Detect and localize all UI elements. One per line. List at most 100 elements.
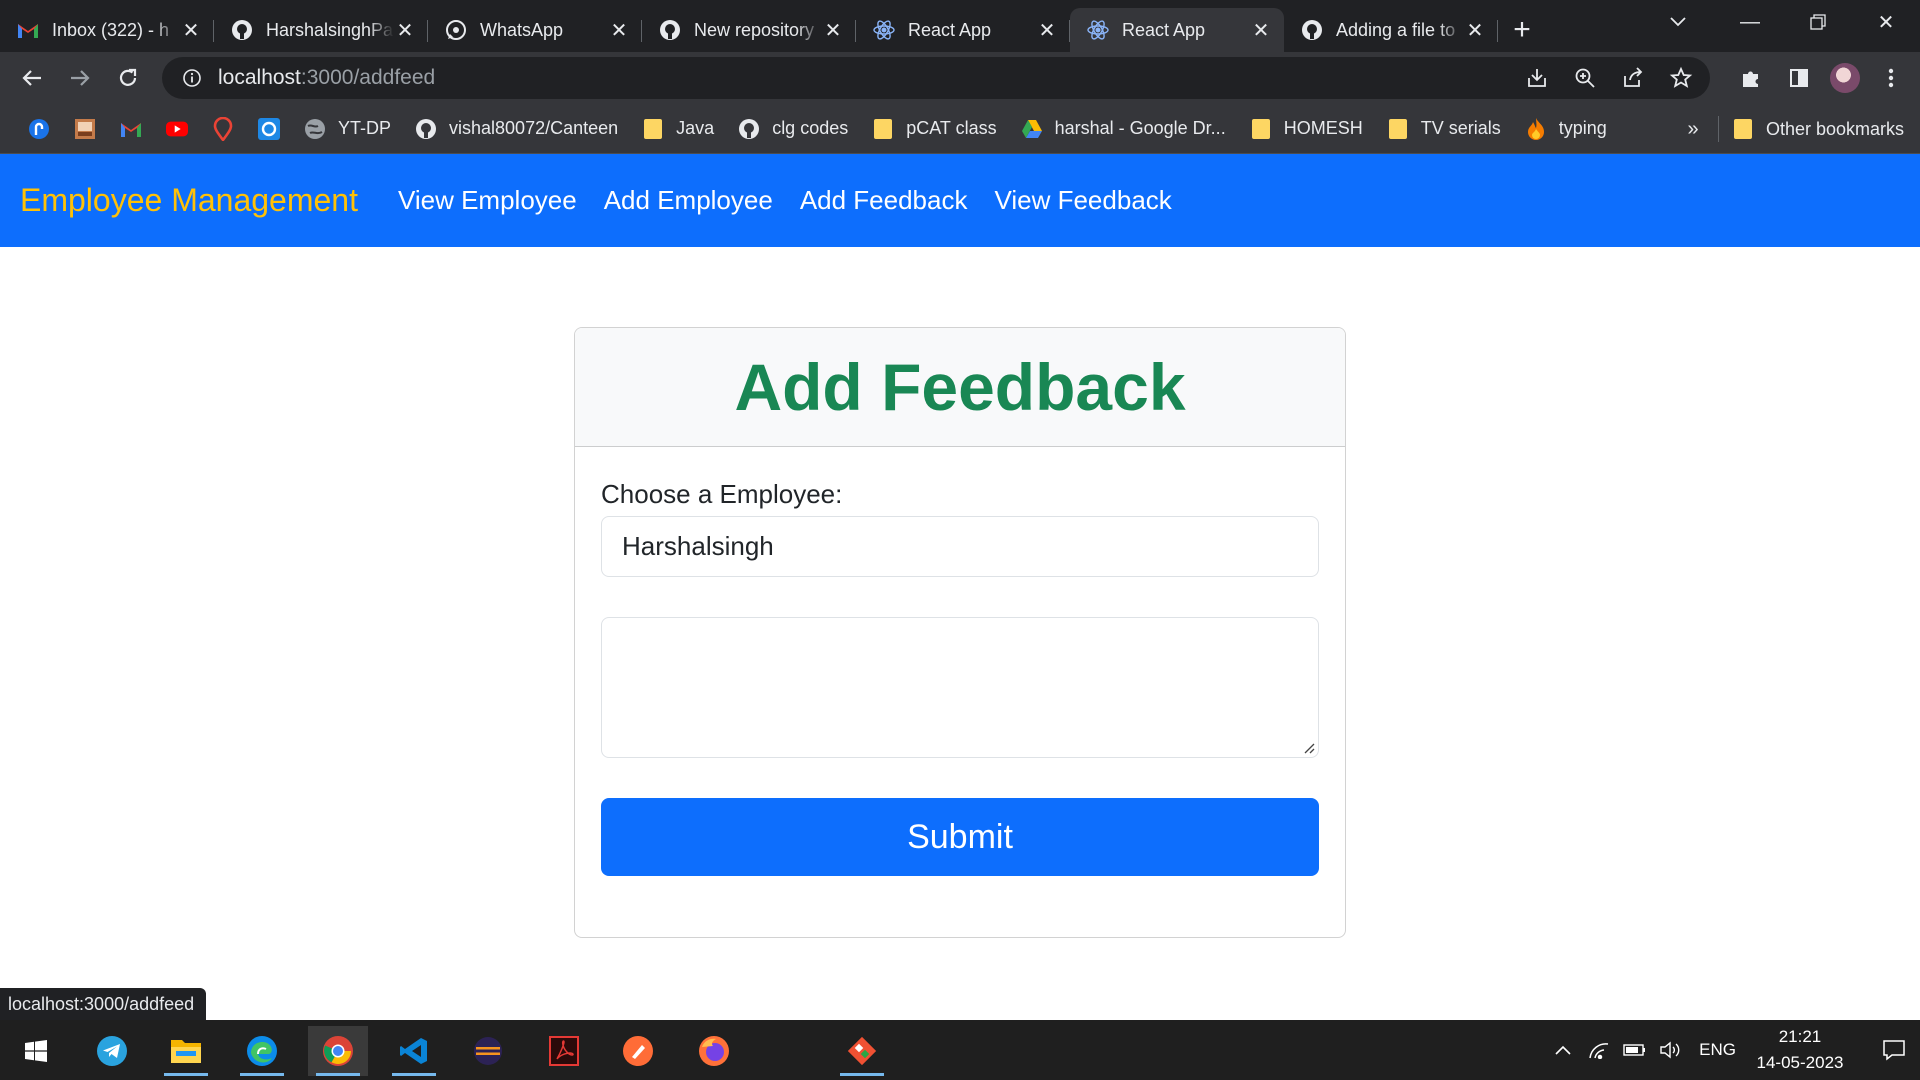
tab-title: New repository [694, 19, 815, 40]
nav-add-employee[interactable]: Add Employee [604, 185, 773, 216]
reload-icon[interactable] [104, 54, 152, 102]
chrome-icon[interactable] [308, 1026, 368, 1076]
bookmark-clg-codes[interactable]: clg codes [730, 111, 856, 147]
browser-toolbar: localhost:3000/addfeed [0, 52, 1920, 104]
react-icon [872, 18, 896, 42]
site-info-icon[interactable] [180, 66, 204, 90]
feedback-textarea[interactable] [601, 617, 1319, 758]
language-indicator[interactable]: ENG [1699, 1040, 1736, 1060]
nav-add-feedback[interactable]: Add Feedback [800, 185, 968, 216]
bookmark-gmail[interactable] [112, 111, 150, 147]
share-icon[interactable] [1618, 63, 1648, 93]
nav-view-feedback[interactable]: View Feedback [994, 185, 1171, 216]
brand-link[interactable]: Employee Management [20, 182, 358, 219]
install-app-icon[interactable] [1522, 63, 1552, 93]
tab-react-app-1[interactable]: React App ✕ [856, 8, 1070, 52]
chrome-menu-icon[interactable] [1874, 61, 1908, 95]
other-bookmarks-folder[interactable]: Other bookmarks [1724, 111, 1912, 147]
close-tab-icon[interactable]: ✕ [1036, 19, 1058, 42]
employee-select[interactable]: Harshalsingh [601, 516, 1319, 577]
folder-icon [1732, 118, 1754, 140]
forward-arrow-icon[interactable] [56, 54, 104, 102]
zoom-icon[interactable] [1570, 63, 1600, 93]
close-tab-icon[interactable]: ✕ [394, 19, 416, 42]
bookmark-java[interactable]: Java [634, 111, 722, 147]
start-icon[interactable] [6, 1026, 66, 1076]
bookmark-youtube[interactable] [158, 111, 196, 147]
telegram-icon[interactable] [82, 1026, 142, 1076]
extensions-puzzle-icon[interactable] [1734, 61, 1768, 95]
github-icon [1300, 18, 1324, 42]
more-bookmarks-button[interactable]: » [1678, 111, 1708, 147]
firefox-icon[interactable] [684, 1026, 744, 1076]
gmail-icon [16, 18, 40, 42]
nav-view-employee[interactable]: View Employee [398, 185, 577, 216]
postman-icon[interactable] [608, 1026, 668, 1076]
feedback-card: Add Feedback Choose a Employee: Harshals… [574, 327, 1346, 938]
tab-title: HarshalsinghPa [266, 19, 394, 40]
close-tab-icon[interactable]: ✕ [1464, 19, 1486, 42]
clock[interactable]: 21:21 14-05-2023 [1750, 1024, 1850, 1076]
tab-github-profile[interactable]: HarshalsinghPa ✕ [214, 8, 428, 52]
resize-grip-icon[interactable] [1301, 740, 1315, 754]
tab-title: React App [1122, 19, 1206, 40]
folder-icon [872, 118, 894, 140]
tab-react-app-active[interactable]: React App ✕ [1070, 8, 1284, 52]
bookmark-star-icon[interactable] [1666, 63, 1696, 93]
bookmark-maps[interactable] [204, 111, 242, 147]
address-url[interactable]: localhost:3000/addfeed [218, 66, 435, 90]
edge-icon[interactable] [232, 1026, 292, 1076]
volume-icon[interactable] [1653, 1030, 1689, 1070]
close-window-icon[interactable]: ✕ [1852, 0, 1920, 44]
submit-button[interactable]: Submit [601, 798, 1319, 876]
close-tab-icon[interactable]: ✕ [1250, 19, 1272, 42]
tab-new-repository[interactable]: New repository ✕ [642, 8, 856, 52]
bookmark-pcat-class[interactable]: pCAT class [864, 111, 1004, 147]
tab-search-chevron-icon[interactable] [1660, 8, 1696, 36]
github-icon [738, 118, 760, 140]
windows-taskbar: ENG 21:21 14-05-2023 [0, 1020, 1920, 1080]
window-controls: — ✕ [1716, 0, 1920, 44]
fire-icon [1525, 117, 1547, 140]
bookmark-app[interactable] [20, 111, 58, 147]
bookmark-image[interactable] [66, 111, 104, 147]
whatsapp-icon [444, 18, 468, 42]
clock-date: 14-05-2023 [1756, 1053, 1844, 1072]
close-tab-icon[interactable]: ✕ [180, 19, 202, 42]
tab-whatsapp[interactable]: WhatsApp ✕ [428, 8, 642, 52]
restore-icon[interactable] [1784, 0, 1852, 44]
tab-title: Adding a file to [1336, 19, 1456, 40]
new-tab-button[interactable]: + [1498, 8, 1546, 52]
wifi-icon[interactable] [1581, 1030, 1617, 1070]
bookmark-google-drive[interactable]: harshal - Google Dr... [1013, 111, 1234, 147]
react-icon [1086, 18, 1110, 42]
notification-icon[interactable] [1868, 1030, 1920, 1070]
bookmark-yt-dp[interactable]: YT-DP [296, 111, 399, 147]
bookmark-typing[interactable]: typing [1517, 111, 1615, 147]
tray-chevron-up-icon[interactable] [1545, 1030, 1581, 1070]
close-tab-icon[interactable]: ✕ [822, 19, 844, 42]
bookmark-homesh[interactable]: HOMESH [1242, 111, 1371, 147]
tab-gmail[interactable]: Inbox (322) - h ✕ [0, 8, 214, 52]
tab-adding-file[interactable]: Adding a file to ✕ [1284, 8, 1498, 52]
close-tab-icon[interactable]: ✕ [608, 19, 630, 42]
maps-pin-icon [212, 116, 234, 141]
minimize-icon[interactable]: — [1716, 0, 1784, 44]
acrobat-icon[interactable] [534, 1026, 594, 1076]
bookmark-d-app[interactable] [250, 111, 288, 147]
folder-icon [1387, 118, 1409, 140]
profile-avatar[interactable] [1830, 63, 1860, 93]
address-bar[interactable]: localhost:3000/addfeed [162, 57, 1710, 99]
bookmark-tv-serials[interactable]: TV serials [1379, 111, 1509, 147]
side-panel-icon[interactable] [1782, 61, 1816, 95]
battery-icon[interactable] [1617, 1030, 1653, 1070]
git-icon[interactable] [832, 1026, 892, 1076]
file-explorer-icon[interactable] [156, 1026, 216, 1076]
github-icon [230, 18, 254, 42]
bookmark-canteen[interactable]: vishal80072/Canteen [407, 111, 626, 147]
vscode-icon[interactable] [384, 1026, 444, 1076]
d-app-icon [258, 117, 280, 140]
back-arrow-icon[interactable] [8, 54, 56, 102]
eclipse-icon[interactable] [458, 1026, 518, 1076]
google-drive-icon [1021, 118, 1043, 140]
